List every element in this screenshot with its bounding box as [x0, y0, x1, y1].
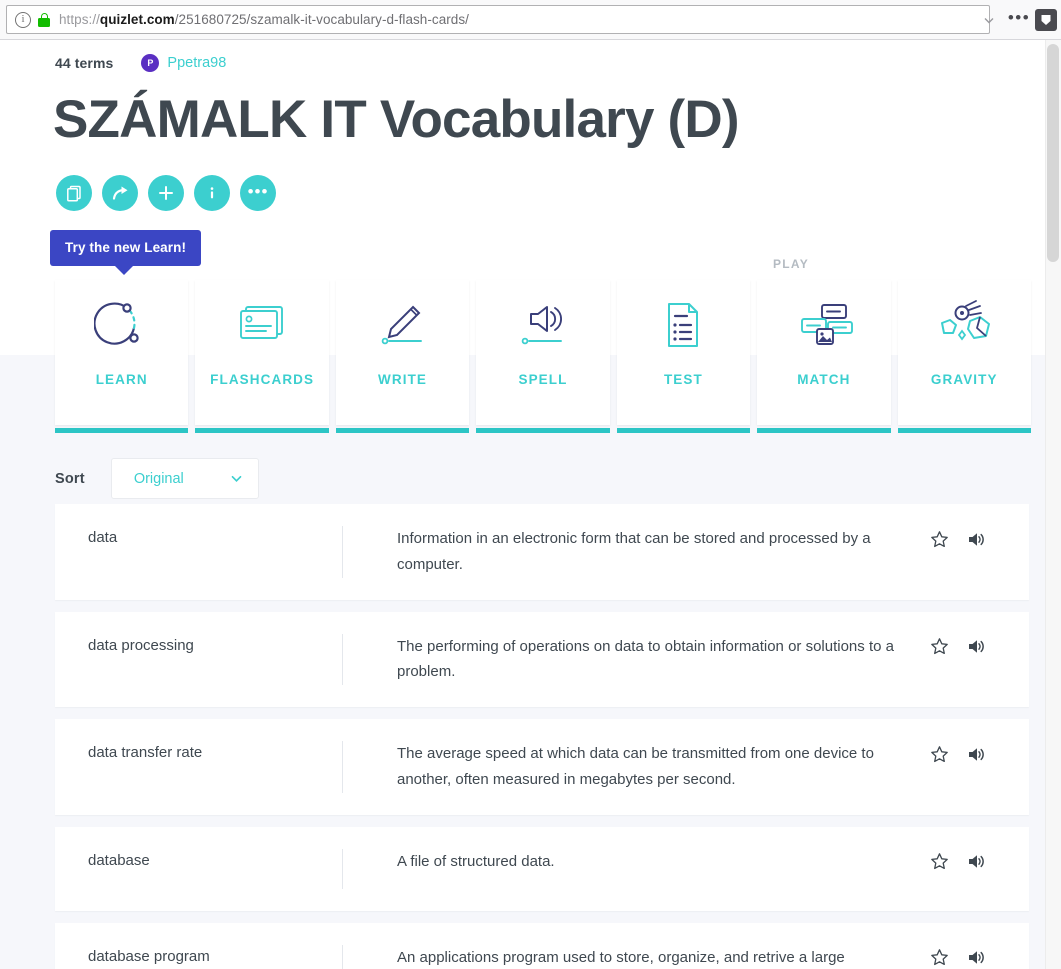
row-actions: [928, 741, 1023, 765]
row-actions: [928, 945, 1023, 969]
url-path: /251680725/szamalk-it-vocabulary-d-flash…: [174, 12, 469, 27]
sort-control: Sort Original: [55, 458, 259, 499]
tab-underline: [616, 428, 751, 433]
url-text: https://quizlet.com/251680725/szamalk-it…: [59, 12, 469, 27]
page-info-icon[interactable]: [15, 11, 31, 28]
ellipsis-icon: •••: [247, 181, 269, 201]
speaker-icon[interactable]: [964, 947, 986, 969]
extension-badge-icon[interactable]: [1035, 8, 1057, 31]
tab-underline: [335, 428, 470, 433]
info-button[interactable]: [194, 175, 230, 211]
speaker-icon[interactable]: [964, 636, 986, 658]
tab-label: WRITE: [378, 372, 428, 387]
tab-spell[interactable]: SPELL: [476, 280, 610, 433]
term-word: data: [88, 529, 118, 546]
speaker-icon[interactable]: [964, 851, 986, 873]
tab-label: LEARN: [95, 372, 148, 387]
term-word: database: [88, 851, 150, 869]
flashcards-icon: [195, 280, 328, 372]
add-button[interactable]: [148, 175, 184, 211]
speaker-icon[interactable]: [964, 528, 986, 550]
tab-label: TEST: [663, 372, 703, 387]
tab-write[interactable]: WRITE: [335, 280, 470, 433]
star-outline-icon[interactable]: [928, 636, 950, 658]
tab-gravity[interactable]: GRAVITY: [897, 280, 1031, 433]
more-dots-icon[interactable]: •••: [1005, 6, 1033, 34]
tab-flashcards[interactable]: FLASHCARDS: [195, 280, 329, 433]
tab-underline: [195, 428, 329, 433]
match-cards-icon: [757, 280, 890, 372]
sort-label: Sort: [55, 470, 85, 487]
row-actions: [928, 634, 1023, 658]
tab-label: MATCH: [797, 372, 851, 387]
term-word: data transfer rate: [88, 744, 203, 762]
asteroid-icon: [898, 280, 1031, 372]
tab-learn[interactable]: LEARN: [55, 280, 189, 433]
url-scheme: https://: [59, 12, 100, 27]
author-link[interactable]: P Ppetra98: [141, 54, 226, 72]
tab-underline: [476, 428, 610, 433]
table-row[interactable]: database program An applications program…: [55, 922, 1029, 969]
table-row[interactable]: data transfer rate The average speed at …: [55, 719, 1029, 815]
table-row[interactable]: data processing The performing of operat…: [55, 611, 1029, 708]
page-title: SZÁMALK IT Vocabulary (D): [53, 90, 740, 149]
term-word: data processing: [88, 636, 194, 654]
tab-match[interactable]: MATCH: [757, 280, 891, 433]
tab-underline: [55, 428, 189, 433]
terms-list: data Information in an electronic form t…: [55, 504, 1029, 969]
row-actions: [928, 526, 1023, 550]
tab-underline: [757, 428, 891, 433]
toolbar-right-controls: •••: [975, 5, 1057, 34]
browser-toolbar: https://quizlet.com/251680725/szamalk-it…: [0, 0, 1061, 40]
term-definition: A file of structured data.: [397, 852, 555, 870]
tab-label: FLASHCARDS: [210, 372, 315, 387]
tab-label: SPELL: [518, 372, 568, 387]
tab-underline: [897, 428, 1031, 433]
tab-test[interactable]: TEST: [616, 280, 751, 433]
term-word: database program: [88, 947, 210, 965]
url-domain: quizlet.com: [99, 12, 175, 27]
share-button[interactable]: [102, 175, 138, 211]
term-definition: The average speed at which data can be t…: [397, 745, 874, 788]
star-outline-icon[interactable]: [928, 743, 950, 765]
term-definition: An applications program used to store, o…: [397, 948, 845, 966]
page-content: 44 terms P Ppetra98 SZÁMALK IT Vocabular…: [0, 40, 1061, 969]
set-meta-row: 44 terms P Ppetra98: [55, 54, 226, 72]
star-outline-icon[interactable]: [928, 851, 950, 873]
table-row[interactable]: database A file of structured data.: [55, 826, 1029, 911]
page-scrollbar-thumb[interactable]: [1047, 44, 1059, 262]
tab-label: GRAVITY: [930, 372, 998, 387]
pencil-icon: [336, 280, 469, 372]
copy-button[interactable]: [56, 175, 92, 211]
speaker-icon: [476, 280, 609, 372]
set-action-buttons: •••: [56, 175, 276, 211]
term-definition: Information in an electronic form that c…: [397, 530, 871, 573]
star-outline-icon[interactable]: [928, 947, 950, 969]
row-actions: [928, 849, 1023, 873]
sort-dropdown[interactable]: Original: [110, 458, 259, 499]
chevron-down-icon: [231, 475, 242, 483]
more-button[interactable]: •••: [240, 175, 276, 211]
terms-count: 44 terms: [55, 55, 114, 71]
avatar: P: [141, 54, 160, 72]
table-row[interactable]: data Information in an electronic form t…: [55, 504, 1029, 600]
lock-icon[interactable]: [38, 12, 50, 27]
speaker-icon[interactable]: [964, 743, 986, 765]
sort-value: Original: [133, 470, 184, 487]
star-outline-icon[interactable]: [928, 528, 950, 550]
chevron-down-icon[interactable]: [975, 6, 1003, 34]
learn-tooltip[interactable]: Try the new Learn!: [50, 230, 202, 275]
term-definition: The performing of operations on data to …: [397, 637, 894, 681]
address-bar[interactable]: https://quizlet.com/251680725/szamalk-it…: [6, 5, 990, 34]
document-list-icon: [617, 280, 750, 372]
author-name: Ppetra98: [167, 55, 227, 71]
play-group-label: PLAY: [773, 257, 810, 271]
study-mode-tabs: LEARN FLASHCARDS WRITE SPELL TEST MATCH …: [55, 280, 1031, 433]
learn-circle-icon: [55, 280, 188, 372]
